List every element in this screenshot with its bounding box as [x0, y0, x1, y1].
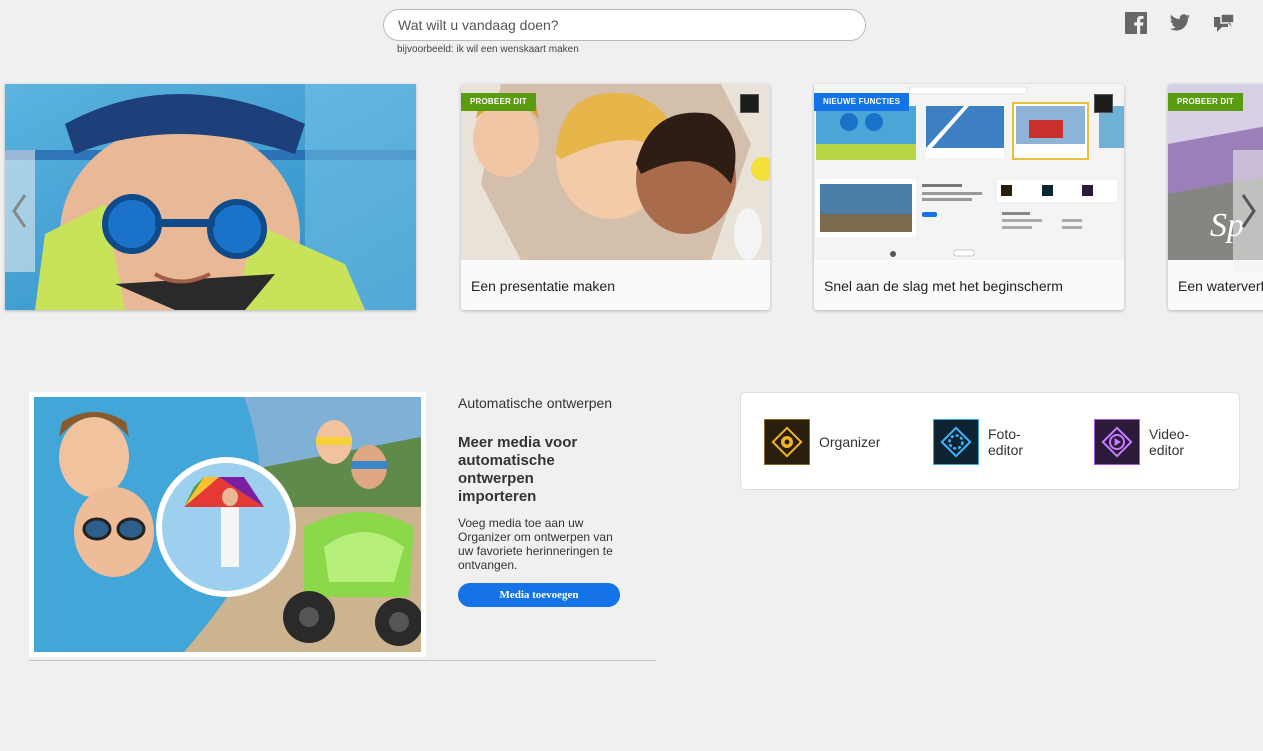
- carousel-card-swimmer[interactable]: [5, 84, 416, 310]
- auto-design-image[interactable]: [29, 392, 426, 657]
- add-media-button[interactable]: Media toevoegen: [458, 583, 620, 607]
- search-hint: bijvoorbeeld: ik wil een wenskaart maken: [397, 44, 579, 55]
- organizer-label: Organizer: [819, 434, 881, 450]
- family-collage-image: [34, 397, 423, 652]
- organizer-icon: [764, 419, 810, 465]
- auto-design-heading: Meer media voor automatische ontwerpen i…: [458, 434, 578, 505]
- swimmer-image: [5, 84, 416, 310]
- photo-editor-app-button[interactable]: Foto- editor: [933, 418, 1048, 466]
- section-divider: [29, 660, 656, 661]
- feedback-icon[interactable]: [1213, 12, 1235, 34]
- facebook-icon[interactable]: [1125, 12, 1147, 34]
- card-caption: Een presentatie maken: [471, 278, 615, 294]
- video-editor-app-button[interactable]: Video- editor: [1094, 418, 1209, 466]
- video-editor-label: Video- editor: [1149, 426, 1190, 458]
- photo-editor-icon: [933, 419, 979, 465]
- section-title: Automatische ontwerpen: [458, 395, 613, 411]
- auto-design-description: Voeg media toe aan uw Organizer om ontwe…: [458, 516, 613, 572]
- apps-panel: Organizer Foto- editor Video- editor: [740, 392, 1240, 490]
- carousel-card-home-screen[interactable]: NIEUWE FUNCTIES Snel aan de slag met het…: [814, 84, 1124, 310]
- card-tag: PROBEER DIT: [461, 93, 536, 111]
- chevron-left-icon: [12, 194, 27, 228]
- card-tag: NIEUWE FUNCTIES: [814, 93, 910, 111]
- video-editor-icon: [1094, 419, 1140, 465]
- elements-logo-icon: [740, 94, 759, 113]
- organizer-app-button[interactable]: Organizer: [764, 418, 881, 466]
- carousel-card-presentation[interactable]: PROBEER DIT Een presentatie maken: [461, 84, 770, 310]
- carousel-next-button[interactable]: [1233, 150, 1263, 272]
- card-caption: Snel aan de slag met het beginscherm: [824, 278, 1063, 294]
- card-tag: PROBEER DIT: [1168, 93, 1243, 111]
- carousel-prev-button[interactable]: [5, 150, 35, 272]
- search-input[interactable]: [383, 9, 866, 41]
- card-caption: Een waterverf: [1178, 278, 1263, 294]
- photo-editor-label: Foto- editor: [988, 426, 1024, 458]
- elements-logo-icon: [1094, 94, 1113, 113]
- chevron-right-icon: [1241, 194, 1256, 228]
- twitter-icon[interactable]: [1169, 12, 1191, 34]
